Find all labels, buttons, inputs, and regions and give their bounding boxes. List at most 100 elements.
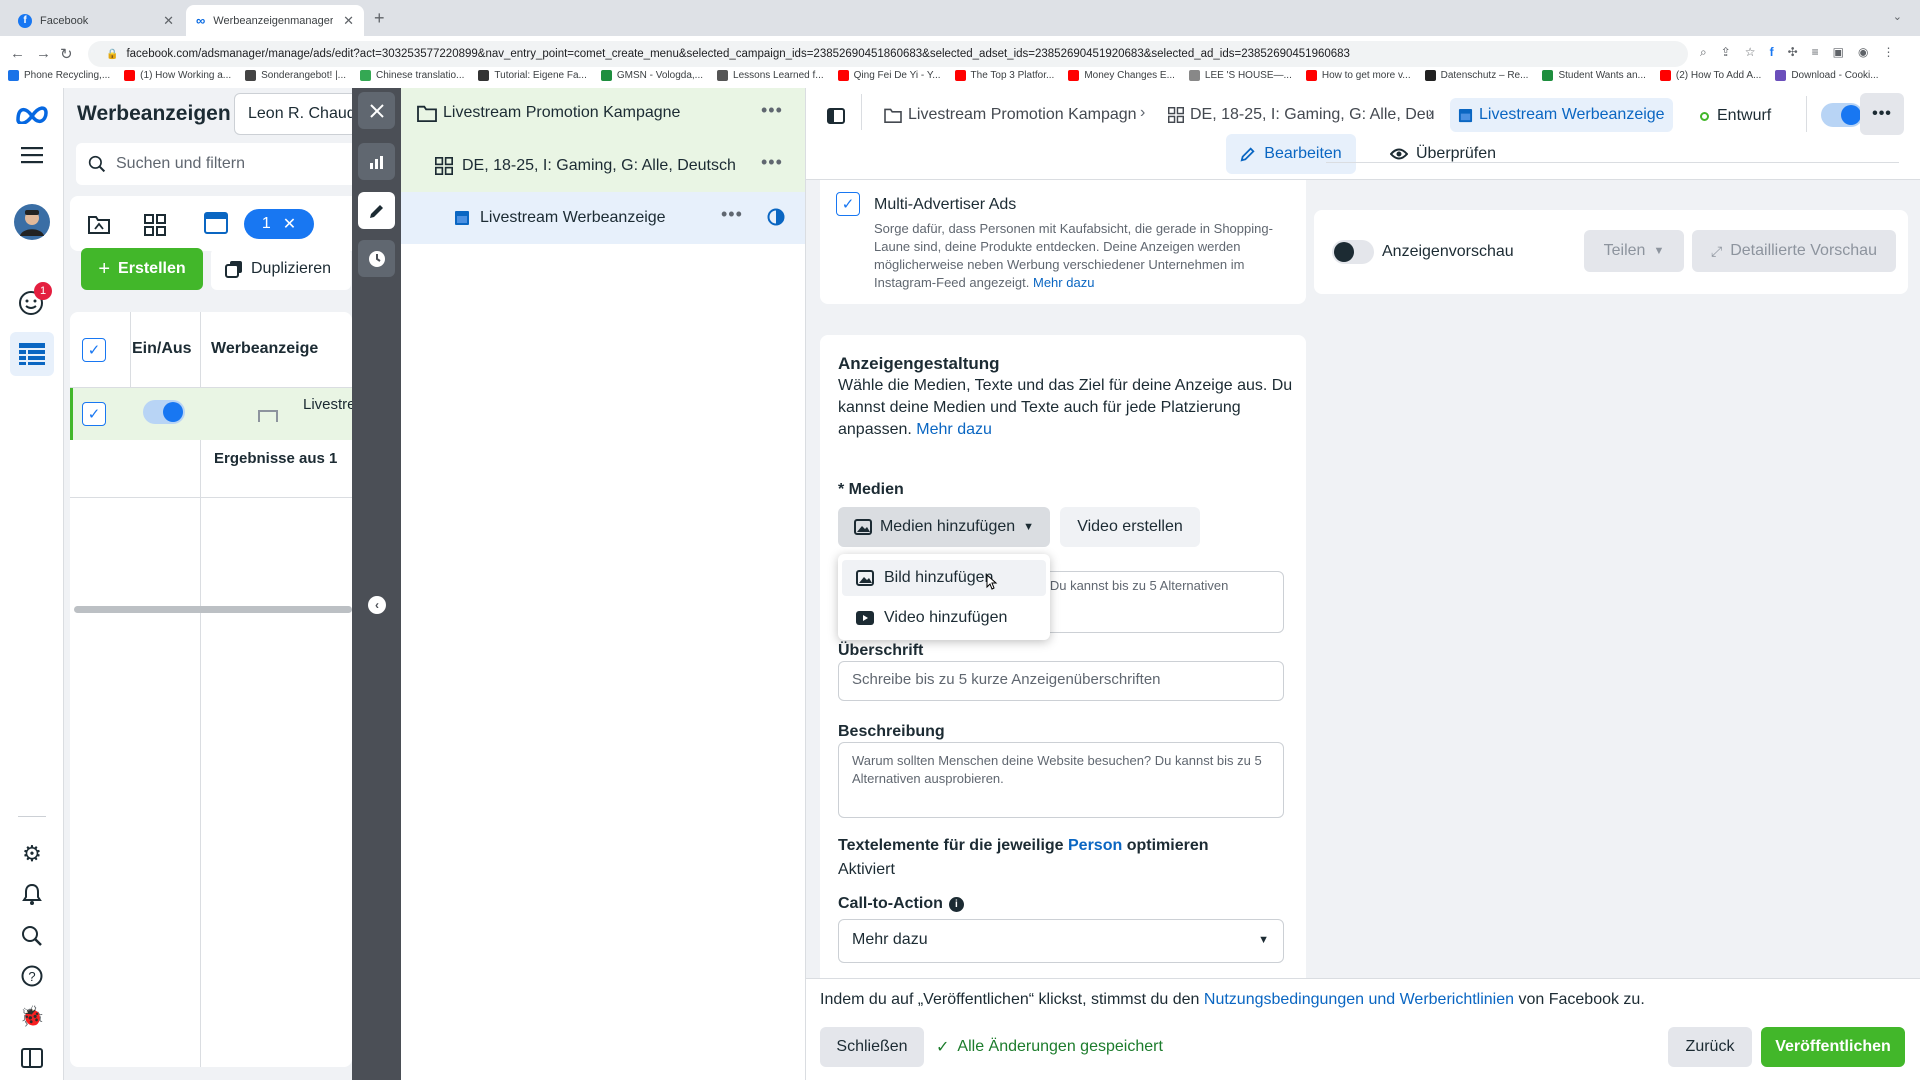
help-icon[interactable]: ?: [14, 958, 50, 994]
sidebar-panel-icon[interactable]: [820, 100, 852, 132]
menu-icon[interactable]: [14, 137, 50, 173]
bookmark-item[interactable]: Download - Cooki...: [1775, 69, 1879, 81]
tab-review[interactable]: Überprüfen: [1368, 134, 1518, 174]
cta-select[interactable]: Mehr dazu ▼: [838, 919, 1284, 963]
bookmark-item[interactable]: (2) How To Add A...: [1659, 69, 1761, 81]
bug-report-icon[interactable]: 🐞: [14, 998, 50, 1034]
collapse-chevron-icon[interactable]: ‹: [368, 596, 386, 614]
search-filter-input[interactable]: Suchen und filtern: [76, 143, 376, 185]
settings-gear-icon[interactable]: ⚙: [14, 836, 50, 872]
campaign-more-icon[interactable]: •••: [761, 100, 783, 121]
row-checkbox[interactable]: ✓: [82, 402, 106, 426]
close-tab-icon[interactable]: ✕: [343, 13, 354, 29]
tree-item-ad[interactable]: Livestream Werbeanzeige •••: [401, 192, 805, 244]
more-link[interactable]: Mehr dazu: [916, 421, 992, 438]
back-icon[interactable]: ←: [10, 45, 25, 62]
close-tab-icon[interactable]: ✕: [163, 13, 174, 29]
history-clock-icon[interactable]: [358, 240, 395, 277]
bookmark-item[interactable]: Sonderangebot! |...: [245, 69, 346, 81]
ad-tab-icon[interactable]: [204, 212, 228, 234]
sidepanel-icon[interactable]: ▣: [1833, 45, 1844, 60]
edit-pencil-icon[interactable]: [358, 192, 395, 229]
more-link[interactable]: Mehr dazu: [1033, 275, 1094, 290]
chrome-menu-icon[interactable]: ⋮: [1882, 45, 1894, 60]
share-icon[interactable]: ⇪: [1721, 45, 1731, 60]
menu-item-add-video[interactable]: Video hinzufügen: [842, 600, 1046, 636]
back-button[interactable]: Zurück: [1668, 1027, 1752, 1067]
bookmark-item[interactable]: Money Changes E...: [1068, 69, 1175, 81]
multi-advertiser-checkbox[interactable]: ✓: [836, 192, 860, 216]
close-editor-icon[interactable]: [358, 92, 395, 129]
terms-link[interactable]: Nutzungsbedingungen und Werberichtlinien: [1204, 991, 1514, 1008]
bookmark-item[interactable]: Student Wants an...: [1542, 69, 1646, 81]
horizontal-scrollbar[interactable]: [74, 606, 352, 613]
checkmark-icon: ✓: [936, 1039, 950, 1056]
tab-search-icon[interactable]: ⌄: [1893, 10, 1902, 23]
publish-button[interactable]: Veröffentlichen: [1761, 1027, 1905, 1067]
share-button[interactable]: Teilen ▼: [1584, 230, 1684, 272]
table-row[interactable]: ✓ Livestrea: [70, 388, 352, 440]
bookmark-item[interactable]: (1) How Working a...: [124, 69, 231, 81]
info-icon[interactable]: i: [948, 896, 964, 912]
create-button[interactable]: + Erstellen: [81, 248, 203, 290]
duplicate-button[interactable]: Duplizieren: [211, 248, 351, 290]
tree-item-adset[interactable]: DE, 18-25, I: Gaming, G: Alle, Deutsch •…: [401, 140, 805, 192]
new-tab-icon[interactable]: +: [374, 8, 385, 29]
tab-adsmanager[interactable]: ∞ Werbeanzeigenmanager - Wer ✕: [186, 5, 364, 36]
adset-more-icon[interactable]: •••: [761, 152, 783, 173]
more-options-button[interactable]: •••: [1860, 93, 1904, 135]
bookmark-item[interactable]: Qing Fei De Yi - Y...: [837, 69, 941, 81]
preview-toggle[interactable]: [1332, 240, 1374, 264]
headline-input[interactable]: Schreibe bis zu 5 kurze Anzeigenüberschr…: [838, 661, 1284, 701]
bookmark-item[interactable]: How to get more v...: [1305, 69, 1411, 81]
reload-icon[interactable]: ↻: [60, 45, 73, 63]
bookmark-item[interactable]: LEE 'S HOUSE—...: [1188, 69, 1292, 81]
person-link[interactable]: Person: [1068, 837, 1122, 854]
contrast-icon[interactable]: [767, 208, 785, 226]
breadcrumb-adset[interactable]: DE, 18-25, I: Gaming, G: Alle, Deu: [1168, 98, 1435, 132]
chart-icon[interactable]: [358, 143, 395, 180]
select-all-checkbox[interactable]: ✓: [82, 338, 106, 362]
bookmark-item[interactable]: Lessons Learned f...: [717, 69, 824, 81]
selected-count-chip[interactable]: 1 ✕: [244, 209, 314, 239]
extension-fb-icon[interactable]: f: [1770, 45, 1774, 60]
search-icon[interactable]: [14, 918, 50, 954]
row-ad-name[interactable]: Livestrea: [303, 396, 352, 413]
bookmark-item[interactable]: Phone Recycling,...: [8, 69, 110, 81]
star-icon[interactable]: ☆: [1745, 45, 1756, 60]
bookmark-item[interactable]: GMSN - Vologda,...: [600, 69, 703, 81]
profile-avatar-icon[interactable]: ◉: [1858, 45, 1868, 60]
adset-tab-grid-icon[interactable]: [144, 214, 166, 236]
tab-edit[interactable]: Bearbeiten: [1226, 134, 1356, 174]
row-onoff-toggle[interactable]: [143, 400, 185, 424]
profile-avatar[interactable]: [14, 204, 50, 240]
emoji-notifications-icon[interactable]: 1: [14, 282, 52, 320]
reading-list-icon[interactable]: ≡: [1812, 45, 1819, 60]
tree-item-campaign[interactable]: Livestream Promotion Kampagne •••: [401, 88, 805, 140]
breadcrumb-ad[interactable]: Livestream Werbeanzeige: [1450, 98, 1673, 132]
meta-logo-icon[interactable]: [14, 96, 50, 132]
extensions-icon[interactable]: ✣: [1788, 45, 1798, 60]
tab-facebook[interactable]: f Facebook ✕: [8, 5, 184, 36]
zoom-icon[interactable]: ⌕: [1700, 45, 1707, 60]
bookmark-item[interactable]: Tutorial: Eigene Fa...: [478, 69, 587, 81]
ad-active-toggle[interactable]: [1821, 103, 1863, 127]
sidebar-toggle-icon[interactable]: [14, 1040, 50, 1076]
bookmark-item[interactable]: Datenschutz – Re...: [1424, 69, 1528, 81]
menu-item-add-image[interactable]: Bild hinzufügen: [842, 560, 1046, 596]
close-button[interactable]: Schließen: [820, 1027, 924, 1067]
bell-icon[interactable]: [14, 876, 50, 912]
bookmark-item[interactable]: The Top 3 Platfor...: [954, 69, 1054, 81]
forward-icon[interactable]: →: [36, 45, 51, 62]
ad-more-icon[interactable]: •••: [721, 204, 743, 225]
campaign-tab-folder-icon[interactable]: [88, 214, 110, 234]
create-video-button[interactable]: Video erstellen: [1060, 507, 1200, 547]
description-input[interactable]: Warum sollten Menschen deine Website bes…: [838, 742, 1284, 818]
detailed-preview-button[interactable]: ⤢ Detaillierte Vorschau: [1692, 230, 1896, 272]
breadcrumb-campaign[interactable]: Livestream Promotion Kampagn: [884, 98, 1137, 132]
bookmark-label: Lessons Learned f...: [733, 69, 824, 81]
ads-table-icon[interactable]: [10, 332, 54, 376]
bookmark-item[interactable]: Chinese translatio...: [360, 69, 464, 81]
add-media-button[interactable]: Medien hinzufügen ▼: [838, 507, 1050, 547]
clear-selection-icon[interactable]: ✕: [283, 214, 296, 234]
